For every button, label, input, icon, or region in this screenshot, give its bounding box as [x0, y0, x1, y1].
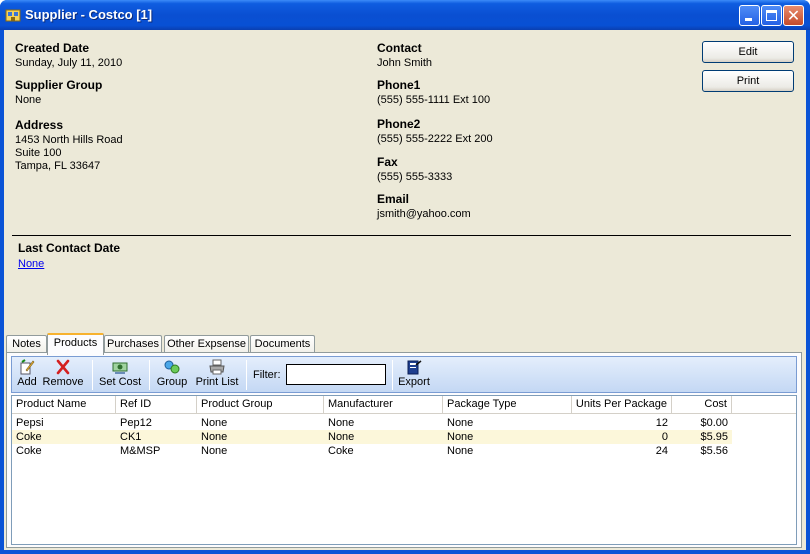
table-row[interactable]: Coke CK1 None None None 0 $5.95 — [12, 430, 732, 444]
cell-ref-id: M&MSP — [120, 445, 161, 457]
column-header-units-per-package[interactable]: Units Per Package — [572, 396, 672, 413]
money-icon — [112, 362, 128, 374]
cell-product-group: None — [201, 445, 228, 457]
address-label: Address — [15, 118, 64, 132]
cell-package-type: None — [447, 431, 474, 443]
address-line-2: Suite 100 — [15, 147, 62, 159]
set-cost-button[interactable]: Set Cost — [99, 359, 141, 391]
phone2-value: (555) 555-2222 Ext 200 — [377, 133, 493, 145]
remove-icon — [56, 359, 70, 375]
group-button[interactable]: Group — [156, 359, 188, 391]
cell-package-type: None — [447, 445, 474, 457]
export-icon — [407, 360, 422, 375]
created-date-value: Sunday, July 11, 2010 — [15, 57, 123, 69]
filter-label: Filter: — [253, 369, 281, 381]
cell-manufacturer: Coke — [328, 445, 354, 457]
toolbar-separator — [246, 360, 247, 390]
cell-cost: $0.00 — [700, 417, 728, 429]
toolbar-separator — [92, 360, 93, 390]
phone2-label: Phone2 — [377, 117, 421, 131]
title-bar[interactable]: Supplier - Costco [1] ✕ — [0, 0, 810, 30]
window-title: Supplier - Costco [1] — [25, 7, 153, 22]
column-header-cost[interactable]: Cost — [672, 396, 732, 413]
column-header-ref-id[interactable]: Ref ID — [116, 396, 197, 413]
products-toolbar: Add Remove Set Cost Group Print List Fil… — [11, 356, 797, 393]
cell-manufacturer: None — [328, 417, 355, 429]
email-value: jsmith@yahoo.com — [377, 208, 471, 220]
cell-manufacturer: None — [328, 431, 355, 443]
phone1-value: (555) 555-1111 Ext 100 — [377, 94, 491, 106]
window-client: Created Date Sunday, July 11, 2010 Suppl… — [4, 30, 806, 550]
grid-header: Product Name Ref ID Product Group Manufa… — [12, 396, 796, 414]
address-line-1: 1453 North Hills Road — [15, 134, 123, 146]
column-header-manufacturer[interactable]: Manufacturer — [324, 396, 443, 413]
contact-value: John Smith — [377, 57, 433, 69]
cell-units-per-package: 24 — [655, 445, 668, 457]
add-label: Add — [17, 376, 37, 388]
cell-ref-id: CK1 — [120, 431, 142, 443]
cell-product-group: None — [201, 417, 228, 429]
address-line-3: Tampa, FL 33647 — [15, 160, 101, 172]
column-header-package-type[interactable]: Package Type — [443, 396, 572, 413]
export-label: Export — [398, 376, 430, 388]
toolbar-separator — [149, 360, 150, 390]
table-row[interactable]: Pepsi Pep12 None None None 12 $0.00 — [12, 416, 732, 430]
export-button[interactable]: Export — [396, 359, 432, 391]
column-header-product-name[interactable]: Product Name — [12, 396, 116, 413]
print-list-label: Print List — [195, 376, 239, 388]
phone1-label: Phone1 — [377, 78, 421, 92]
minimize-icon — [745, 18, 752, 21]
set-cost-label: Set Cost — [99, 376, 142, 388]
close-icon: ✕ — [786, 6, 801, 25]
cell-units-per-package: 12 — [655, 417, 668, 429]
column-header-product-group[interactable]: Product Group — [197, 396, 324, 413]
group-label: Group — [156, 376, 188, 388]
contact-label: Contact — [377, 41, 422, 55]
cell-product-name: Pepsi — [16, 417, 44, 429]
app-icon — [5, 9, 21, 22]
supplier-group-label: Supplier Group — [15, 78, 103, 92]
cell-package-type: None — [447, 417, 474, 429]
filter-input[interactable] — [286, 364, 386, 385]
cell-product-name: Coke — [16, 431, 42, 443]
maximize-icon — [766, 10, 777, 21]
cell-units-per-package: 0 — [661, 431, 668, 443]
remove-button[interactable]: Remove — [42, 359, 84, 391]
cell-cost: $5.56 — [700, 445, 728, 457]
last-contact-link[interactable]: None — [18, 258, 44, 271]
tab-products[interactable]: Products — [47, 333, 104, 355]
edit-button[interactable]: Edit — [702, 41, 794, 63]
email-label: Email — [377, 192, 410, 206]
cell-product-name: Coke — [16, 445, 42, 457]
toolbar-separator — [392, 360, 393, 390]
add-button[interactable]: Add — [16, 359, 38, 391]
close-button[interactable]: ✕ — [783, 5, 804, 26]
add-icon — [20, 359, 35, 375]
fax-label: Fax — [377, 155, 398, 169]
print-button[interactable]: Print — [702, 70, 794, 92]
fax-value: (555) 555-3333 — [377, 171, 453, 183]
supplier-group-value: None — [15, 94, 42, 106]
supplier-window: Supplier - Costco [1] ✕ Created Date Sun… — [0, 0, 810, 554]
table-row[interactable]: Coke M&MSP None Coke None 24 $5.56 — [12, 444, 732, 458]
group-icon — [164, 360, 180, 374]
cell-cost: $5.95 — [700, 431, 728, 443]
products-grid[interactable]: Product Name Ref ID Product Group Manufa… — [11, 395, 797, 545]
last-contact-label: Last Contact Date — [18, 241, 121, 255]
created-date-label: Created Date — [15, 41, 90, 55]
maximize-button[interactable] — [761, 5, 782, 26]
remove-label: Remove — [42, 376, 84, 388]
cell-ref-id: Pep12 — [120, 417, 152, 429]
products-tab-panel: Add Remove Set Cost Group Print List Fil… — [6, 352, 802, 548]
printer-icon — [209, 359, 225, 375]
section-divider — [12, 235, 791, 236]
cell-product-group: None — [201, 431, 228, 443]
print-list-button[interactable]: Print List — [195, 359, 239, 391]
minimize-button[interactable] — [739, 5, 760, 26]
